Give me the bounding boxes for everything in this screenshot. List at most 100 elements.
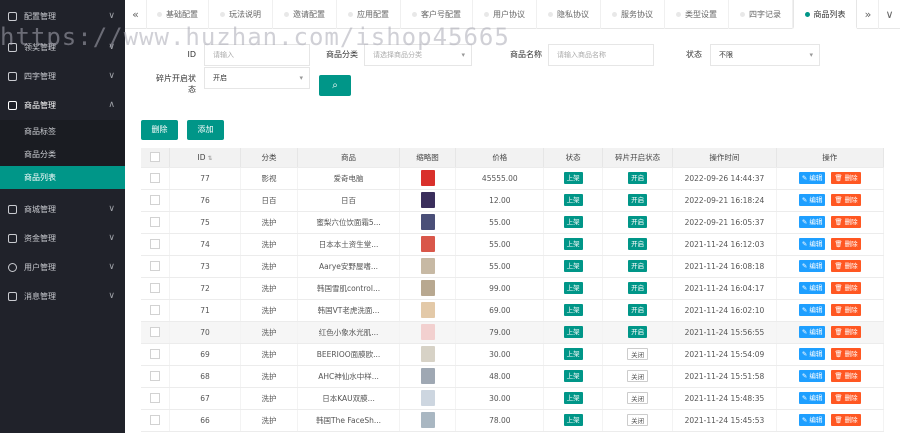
tab-words-record[interactable]: 四字记录 [729,0,793,29]
row-checkbox[interactable] [150,305,161,315]
tab-gameplay[interactable]: 玩法说明 [209,0,273,29]
fragment-badge[interactable]: 开启 [628,216,648,228]
edit-button[interactable]: ✎ 编辑 [798,370,826,382]
sidebar-subitem-product-list[interactable]: 商品列表 [0,166,125,189]
sidebar-item-words[interactable]: 四字管理 ∨ [0,62,125,91]
sidebar-item-reward[interactable]: 领奖管理 ∨ [0,33,125,62]
product-thumbnail[interactable] [420,280,435,296]
tab-next-button[interactable]: » [857,0,879,29]
row-checkbox[interactable] [150,371,161,381]
edit-button[interactable]: ✎ 编辑 [798,414,826,426]
product-thumbnail[interactable] [420,214,435,230]
product-thumbnail[interactable] [420,390,435,406]
fragment-badge[interactable]: 开启 [628,194,648,206]
tab-prev-button[interactable]: « [125,0,147,29]
delete-button[interactable]: 🗑 删除 [831,172,861,184]
row-checkbox[interactable] [150,173,161,183]
product-thumbnail[interactable] [420,346,435,362]
status-badge[interactable]: 上架 [563,260,583,272]
product-thumbnail[interactable] [420,258,435,274]
sidebar-item-users[interactable]: 用户管理 ∨ [0,253,125,282]
tab-basic-config[interactable]: 基础配置 [147,0,209,29]
status-select[interactable]: 不限 ▾ [710,44,820,66]
tab-user-agreement[interactable]: 用户协议 [473,0,537,29]
status-badge[interactable]: 上架 [563,304,583,316]
status-badge[interactable]: 上架 [563,194,583,206]
id-input[interactable]: 请输入 [204,44,310,66]
edit-button[interactable]: ✎ 编辑 [798,392,826,404]
row-checkbox[interactable] [150,195,161,205]
delete-button[interactable]: 🗑 删除 [831,326,861,338]
fragment-badge[interactable]: 关闭 [627,370,649,382]
fragment-badge[interactable]: 开启 [628,282,648,294]
status-badge[interactable]: 上架 [563,392,583,404]
edit-button[interactable]: ✎ 编辑 [798,172,826,184]
delete-button[interactable]: 🗑 删除 [831,194,861,206]
select-all-checkbox[interactable] [150,152,161,163]
tab-app-config[interactable]: 应用配置 [337,0,401,29]
search-button[interactable]: ⌕ [319,75,351,96]
product-thumbnail[interactable] [420,170,435,186]
row-checkbox[interactable] [150,261,161,271]
fragment-badge[interactable]: 开启 [628,260,648,272]
tab-product-list[interactable]: 商品列表 [793,0,857,29]
product-thumbnail[interactable] [420,302,435,318]
delete-button[interactable]: 🗑 删除 [831,370,861,382]
fragment-badge[interactable]: 开启 [628,326,648,338]
edit-button[interactable]: ✎ 编辑 [798,260,826,272]
sidebar-item-products[interactable]: 商品管理 ∧ [0,91,125,120]
edit-button[interactable]: ✎ 编辑 [798,304,826,316]
fragment-badge[interactable]: 关闭 [627,348,649,360]
delete-button[interactable]: 🗑 删除 [831,282,861,294]
status-badge[interactable]: 上架 [563,370,583,382]
status-badge[interactable]: 上架 [563,326,583,338]
name-input[interactable]: 请输入商品名称 [548,44,654,66]
edit-button[interactable]: ✎ 编辑 [798,194,826,206]
fragment-badge[interactable]: 开启 [628,238,648,250]
row-checkbox[interactable] [150,349,161,359]
add-button[interactable]: 添加 [187,120,224,140]
edit-button[interactable]: ✎ 编辑 [798,282,826,294]
tab-type-settings[interactable]: 类型设置 [665,0,729,29]
delete-button[interactable]: 🗑 删除 [831,304,861,316]
row-checkbox[interactable] [150,283,161,293]
sidebar-subitem-tags[interactable]: 商品标签 [0,120,125,143]
tab-client-config[interactable]: 客户号配置 [401,0,473,29]
edit-button[interactable]: ✎ 编辑 [798,216,826,228]
delete-button[interactable]: 🗑 删除 [831,238,861,250]
fragment-badge[interactable]: 开启 [628,304,648,316]
status-badge[interactable]: 上架 [563,172,583,184]
status-badge[interactable]: 上架 [563,282,583,294]
product-thumbnail[interactable] [420,368,435,384]
delete-button[interactable]: 🗑 删除 [831,414,861,426]
tab-privacy[interactable]: 隐私协议 [537,0,601,29]
row-checkbox[interactable] [150,327,161,337]
product-thumbnail[interactable] [420,324,435,340]
sidebar-subitem-categories[interactable]: 商品分类 [0,143,125,166]
edit-button[interactable]: ✎ 编辑 [798,348,826,360]
status-badge[interactable]: 上架 [563,216,583,228]
delete-button[interactable]: 🗑 删除 [831,392,861,404]
status-badge[interactable]: 上架 [563,238,583,250]
status-badge[interactable]: 上架 [563,414,583,426]
sidebar-item-mall[interactable]: 商城管理 ∨ [0,195,125,224]
batch-delete-button[interactable]: 删除 [141,120,178,140]
delete-button[interactable]: 🗑 删除 [831,348,861,360]
fragment-badge[interactable]: 关闭 [627,392,649,404]
row-checkbox[interactable] [150,415,161,425]
tab-service[interactable]: 服务协议 [601,0,665,29]
tab-invite-config[interactable]: 邀请配置 [273,0,337,29]
sidebar-item-config[interactable]: 配置管理 ∨ [0,0,125,33]
fragment-badge[interactable]: 开启 [628,172,648,184]
row-checkbox[interactable] [150,217,161,227]
delete-button[interactable]: 🗑 删除 [831,260,861,272]
status-badge[interactable]: 上架 [563,348,583,360]
product-thumbnail[interactable] [420,192,435,208]
product-thumbnail[interactable] [420,236,435,252]
product-thumbnail[interactable] [420,412,435,428]
tab-menu-button[interactable]: ∨ [878,0,900,29]
category-select[interactable]: 请选择商品分类 ▾ [364,44,472,66]
sidebar-item-messages[interactable]: 消息管理 ∨ [0,282,125,311]
edit-button[interactable]: ✎ 编辑 [798,326,826,338]
delete-button[interactable]: 🗑 删除 [831,216,861,228]
